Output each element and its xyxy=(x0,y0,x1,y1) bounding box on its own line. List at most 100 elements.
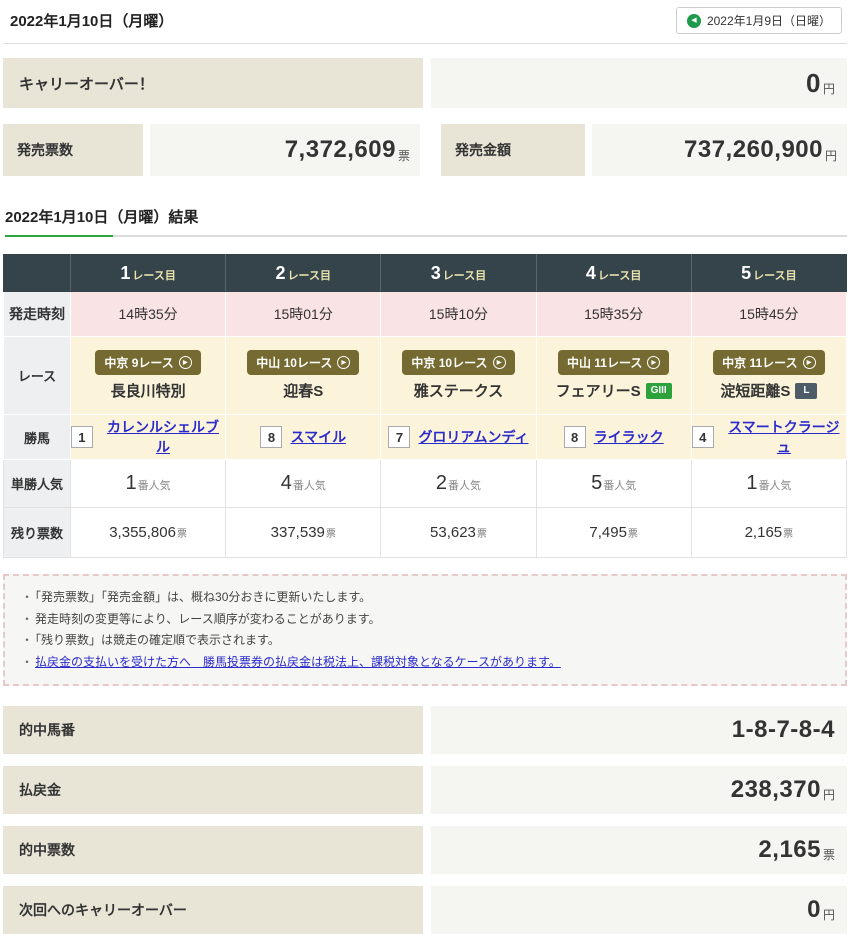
carryover-value: 0 xyxy=(806,68,821,99)
carryover-row: キャリーオーバー！ 0 円 xyxy=(3,58,847,108)
remaining-row: 残り票数 3,355,806票 337,539票 53,623票 7,495票 … xyxy=(4,508,847,558)
race-cell: 中京 9レース ▶ 長良川特別 xyxy=(71,337,226,415)
horse-link[interactable]: スマイル xyxy=(290,427,346,447)
start-time-row: 発走時刻 14時35分 15時01分 15時10分 15時35分 15時45分 xyxy=(4,292,847,337)
horse-number: 8 xyxy=(564,426,586,448)
summary-value-cell: 2,165 票 xyxy=(431,826,847,874)
note-item: 「発売票数」「発売金額」は、概ね30分おきに更新いたします。 xyxy=(21,587,829,609)
remaining-unit: 票 xyxy=(326,529,336,540)
col-suffix: レース目 xyxy=(288,270,331,282)
popularity-cell: 1番人気 xyxy=(71,460,226,508)
race-link-button[interactable]: 中京 11レース▶ xyxy=(713,350,824,375)
winner-cell: 7 グロリアムンディ xyxy=(381,415,536,460)
horse-link[interactable]: グロリアムンディ xyxy=(418,427,528,447)
remaining-number: 337,539 xyxy=(271,524,325,541)
horse-link[interactable]: スマートクラージュ xyxy=(722,417,846,457)
prev-day-label: 2022年1月9日（日曜） xyxy=(707,12,831,29)
time-cell: 15時45分 xyxy=(691,292,846,337)
race-button-label: 中京 9レース xyxy=(104,354,173,371)
row-label-race: レース xyxy=(4,337,71,415)
carryover-unit: 円 xyxy=(823,80,835,97)
popularity-number: 2 xyxy=(436,472,447,494)
table-header-empty xyxy=(4,255,71,292)
summary-label: 的中票数 xyxy=(3,826,423,874)
row-label-time: 発走時刻 xyxy=(4,292,71,337)
popularity-cell: 4番人気 xyxy=(226,460,381,508)
col-suffix: レース目 xyxy=(132,270,175,282)
popularity-suffix: 番人気 xyxy=(293,480,326,492)
winner-cell: 8 スマイル xyxy=(226,415,381,460)
remaining-cell: 7,495票 xyxy=(536,508,691,558)
sales-amount-unit: 円 xyxy=(825,147,837,164)
popularity-number: 1 xyxy=(746,472,757,494)
remaining-number: 7,495 xyxy=(589,524,627,541)
grade-badge-g3: GIII xyxy=(646,383,672,399)
popularity-row: 単勝人気 1番人気 4番人気 2番人気 5番人気 1番人気 xyxy=(4,460,847,508)
remaining-unit: 票 xyxy=(477,529,487,540)
note-item: 「残り票数」は競走の確定順で表示されます。 xyxy=(21,630,829,652)
race-name-text: 長良川特別 xyxy=(111,380,186,401)
winning-tickets-row: 的中票数 2,165 票 xyxy=(3,826,847,874)
results-title: 2022年1月10日（月曜）結果 xyxy=(5,206,847,227)
note-item: 発走時刻の変更等により、レース順序が変わることがあります。 xyxy=(21,609,829,631)
race-results-table: 1レース目 2レース目 3レース目 4レース目 5レース目 発走時刻 14時35… xyxy=(3,254,847,558)
popularity-cell: 5番人気 xyxy=(536,460,691,508)
top-bar: 2022年1月10日（月曜） ◀ 2022年1月9日（日曜） xyxy=(3,0,847,44)
prev-day-button[interactable]: ◀ 2022年1月9日（日曜） xyxy=(676,7,842,34)
circle-right-arrow-icon: ▶ xyxy=(179,356,192,369)
summary-label: 的中馬番 xyxy=(3,706,423,754)
summary-value-cell: 1-8-7-8-4 xyxy=(431,706,847,754)
carryover-value-cell: 0 円 xyxy=(431,58,847,108)
circle-right-arrow-icon: ▶ xyxy=(493,356,506,369)
race-link-button[interactable]: 中京 10レース▶ xyxy=(402,350,514,375)
race-row: レース 中京 9レース ▶ 長良川特別 中山 10レース ▶ 迎春S 中京 10レー… xyxy=(4,337,847,415)
notes-box: 「発売票数」「発売金額」は、概ね30分おきに更新いたします。 発走時刻の変更等に… xyxy=(3,574,847,686)
race-button-label: 中山 11レース xyxy=(567,354,642,371)
race-name-text: フェアリーS xyxy=(556,380,641,401)
horse-number: 4 xyxy=(692,426,714,448)
popularity-cell: 2番人気 xyxy=(381,460,536,508)
time-cell: 15時35分 xyxy=(536,292,691,337)
remaining-number: 3,355,806 xyxy=(109,524,176,541)
col-number: 2 xyxy=(276,263,286,283)
race-button-label: 中山 10レース xyxy=(256,354,332,371)
winning-numbers-value: 1-8-7-8-4 xyxy=(732,716,835,744)
popularity-suffix: 番人気 xyxy=(138,480,171,492)
race-link-button[interactable]: 中山 10レース ▶ xyxy=(247,350,359,375)
race-name-text: 迎春S xyxy=(283,380,323,401)
race-cell: 中京 11レース▶ 淀短距離SL xyxy=(691,337,846,415)
race-name: 雅ステークス xyxy=(381,380,535,401)
horse-number: 7 xyxy=(388,426,410,448)
race-name-text: 雅ステークス xyxy=(414,380,504,401)
note-item-link: 払戻金の支払いを受けた方へ 勝馬投票券の払戻金は税法上、課税対象となるケースがあ… xyxy=(21,652,829,674)
race-link-button[interactable]: 中京 9レース ▶ xyxy=(95,350,200,375)
race-cell: 中山 11レース▶ フェアリーS GIII xyxy=(536,337,691,415)
horse-link[interactable]: カレンルシェルブル xyxy=(101,417,225,457)
horse-number: 1 xyxy=(71,426,93,448)
winner-cell: 8 ライラック xyxy=(536,415,691,460)
tax-info-link[interactable]: 払戻金の支払いを受けた方へ 勝馬投票券の払戻金は税法上、課税対象となるケースがあ… xyxy=(35,655,561,669)
remaining-unit: 票 xyxy=(177,529,187,540)
winner-cell: 4 スマートクラージュ xyxy=(691,415,846,460)
popularity-suffix: 番人気 xyxy=(448,480,481,492)
race-name-text: 淀短距離S xyxy=(720,380,790,401)
payout-value: 238,370 xyxy=(731,776,821,804)
horse-number: 8 xyxy=(260,426,282,448)
carryover-label: キャリーオーバー！ xyxy=(3,58,423,108)
horse-link[interactable]: ライラック xyxy=(594,427,664,447)
race-link-button[interactable]: 中山 11レース▶ xyxy=(558,350,669,375)
circle-right-arrow-icon: ▶ xyxy=(803,356,816,369)
sales-row: 発売票数 7,372,609 票 発売金額 737,260,900 円 xyxy=(3,124,847,176)
remaining-unit: 票 xyxy=(783,529,793,540)
race-name: フェアリーS GIII xyxy=(537,380,691,401)
remaining-cell: 3,355,806票 xyxy=(71,508,226,558)
col-suffix: レース目 xyxy=(753,270,796,282)
popularity-cell: 1番人気 xyxy=(691,460,846,508)
winning-tickets-value: 2,165 xyxy=(758,836,821,864)
sales-tickets-value: 7,372,609 xyxy=(285,136,396,164)
sales-amount-cell: 737,260,900 円 xyxy=(592,124,847,176)
row-label-popularity: 単勝人気 xyxy=(4,460,71,508)
summary-unit: 票 xyxy=(823,846,835,863)
circle-right-arrow-icon: ▶ xyxy=(337,356,350,369)
summary-value-cell: 238,370 円 xyxy=(431,766,847,814)
